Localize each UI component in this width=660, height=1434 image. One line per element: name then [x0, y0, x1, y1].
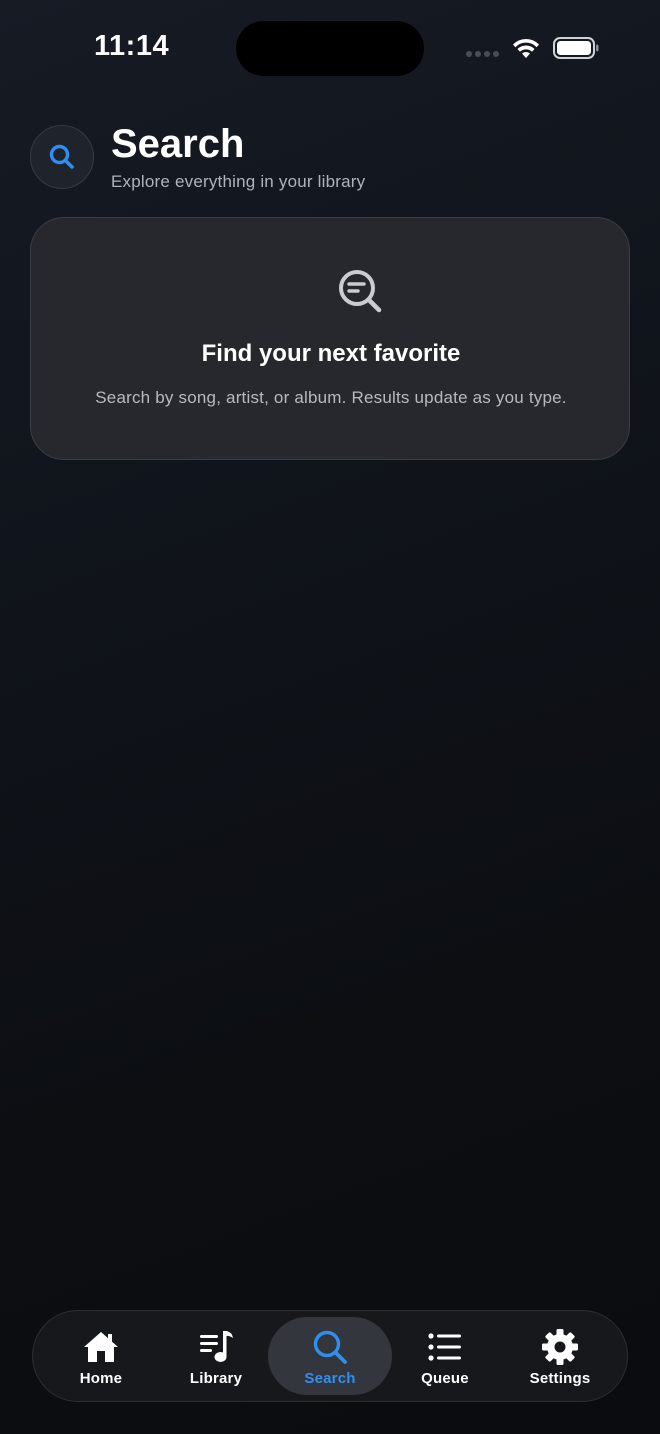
empty-state-card: Find your next favorite Search by song, … — [30, 217, 630, 460]
search-icon — [313, 1330, 347, 1364]
search-list-icon — [339, 270, 382, 313]
gear-icon — [542, 1329, 578, 1365]
tab-queue[interactable]: Queue — [383, 1317, 507, 1395]
tab-library[interactable]: Library — [154, 1317, 278, 1395]
queue-list-icon — [428, 1333, 461, 1361]
tab-label: Library — [189, 1370, 243, 1387]
library-music-icon — [200, 1331, 233, 1362]
tab-label: Queue — [421, 1370, 469, 1387]
tab-label: Home — [79, 1370, 123, 1387]
empty-state-title: Find your next favorite — [201, 340, 461, 367]
status-time: 11:14 — [94, 30, 170, 62]
bottom-tab-bar: Home Library Search Queue Settings — [32, 1310, 628, 1402]
home-icon — [84, 1332, 118, 1362]
search-screen: 11:14 Search Explore everything in your … — [0, 0, 660, 1434]
tab-home[interactable]: Home — [39, 1317, 163, 1395]
search-icon — [49, 144, 74, 169]
search-header-button[interactable] — [30, 125, 94, 189]
empty-state-description: Search by song, artist, or album. Result… — [95, 388, 567, 407]
battery-icon — [553, 37, 599, 59]
tab-label: Search — [304, 1370, 356, 1387]
wifi-icon — [513, 38, 539, 58]
tab-search[interactable]: Search — [268, 1317, 392, 1395]
tab-label: Settings — [529, 1370, 591, 1387]
tab-settings[interactable]: Settings — [498, 1317, 622, 1395]
page-title: Search — [111, 122, 245, 166]
page-subtitle: Explore everything in your library — [111, 172, 366, 191]
cellular-signal-icon — [466, 51, 502, 59]
dynamic-island — [236, 21, 424, 76]
